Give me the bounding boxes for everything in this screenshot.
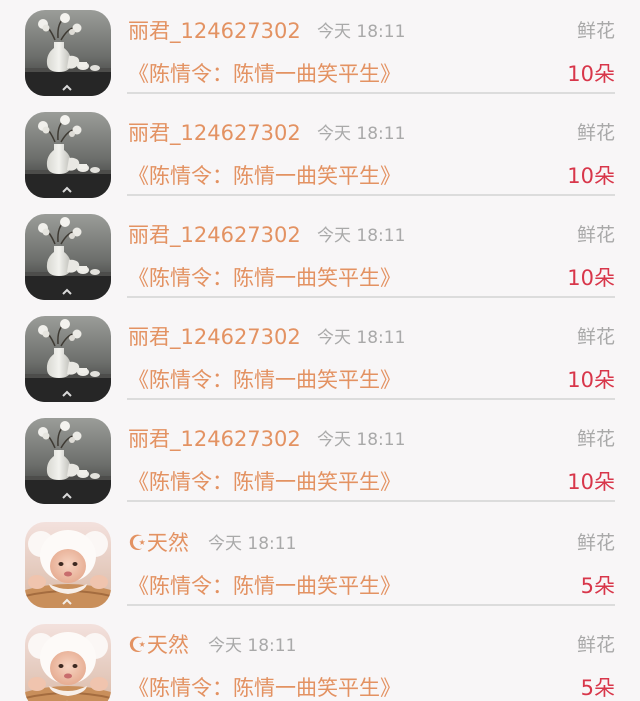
- gift-records-list: 丽君_124627302 今天 18:11 鲜花 《陈情令：陈情一曲笑平生》 1…: [0, 0, 640, 701]
- row-divider: [127, 398, 615, 400]
- sender-name[interactable]: 丽君_124627302: [128, 220, 301, 250]
- row-divider: [127, 296, 615, 298]
- vase-avatar-icon[interactable]: [25, 214, 111, 300]
- gift-type: 鲜花: [576, 224, 615, 246]
- row-divider: [127, 604, 615, 606]
- gift-record-row[interactable]: 丽君_124627302 今天 18:11 鲜花 《陈情令：陈情一曲笑平生》 1…: [0, 204, 640, 306]
- gift-count: 10朵: [567, 62, 615, 86]
- send-time: 今天 18:11: [208, 534, 297, 554]
- vase-avatar-icon[interactable]: [25, 10, 111, 96]
- gift-type: 鲜花: [576, 634, 615, 656]
- sender-name[interactable]: 丽君_124627302: [128, 322, 301, 352]
- gift-record-row[interactable]: 丽君_124627302 今天 18:11 鲜花 《陈情令：陈情一曲笑平生》 1…: [0, 306, 640, 408]
- send-time: 今天 18:11: [317, 328, 406, 348]
- gift-count: 5朵: [580, 676, 615, 700]
- send-time: 今天 18:11: [317, 226, 406, 246]
- sender-name[interactable]: 丽君_124627302: [128, 118, 301, 148]
- baby-avatar-icon[interactable]: [25, 522, 111, 608]
- book-title[interactable]: 《陈情令：陈情一曲笑平生》: [128, 58, 401, 90]
- send-time: 今天 18:11: [317, 124, 406, 144]
- vase-avatar-icon[interactable]: [25, 418, 111, 504]
- book-title[interactable]: 《陈情令：陈情一曲笑平生》: [128, 262, 401, 294]
- book-title[interactable]: 《陈情令：陈情一曲笑平生》: [128, 570, 401, 602]
- send-time: 今天 18:11: [208, 636, 297, 656]
- sender-name[interactable]: 丽君_124627302: [128, 16, 301, 46]
- gift-type: 鲜花: [576, 20, 615, 42]
- gift-count: 10朵: [567, 164, 615, 188]
- send-time: 今天 18:11: [317, 430, 406, 450]
- book-title[interactable]: 《陈情令：陈情一曲笑平生》: [128, 466, 401, 498]
- send-time: 今天 18:11: [317, 22, 406, 42]
- gift-type: 鲜花: [576, 532, 615, 554]
- gift-count: 10朵: [567, 266, 615, 290]
- sender-name[interactable]: ☪天然: [128, 528, 189, 558]
- vase-avatar-icon[interactable]: [25, 112, 111, 198]
- gift-count: 5朵: [580, 574, 615, 598]
- gift-type: 鲜花: [576, 122, 615, 144]
- sender-name[interactable]: ☪天然: [128, 630, 189, 660]
- gift-count: 10朵: [567, 368, 615, 392]
- gift-count: 10朵: [567, 470, 615, 494]
- gift-record-row[interactable]: ☪天然 今天 18:11 鲜花 《陈情令：陈情一曲笑平生》 5朵: [0, 512, 640, 614]
- gift-record-row[interactable]: 丽君_124627302 今天 18:11 鲜花 《陈情令：陈情一曲笑平生》 1…: [0, 102, 640, 204]
- gift-type: 鲜花: [576, 326, 615, 348]
- gift-record-row[interactable]: ☪天然 今天 18:11 鲜花 《陈情令：陈情一曲笑平生》 5朵: [0, 614, 640, 701]
- row-divider: [127, 500, 615, 502]
- row-divider: [127, 92, 615, 94]
- book-title[interactable]: 《陈情令：陈情一曲笑平生》: [128, 364, 401, 396]
- vase-avatar-icon[interactable]: [25, 316, 111, 402]
- gift-record-row[interactable]: 丽君_124627302 今天 18:11 鲜花 《陈情令：陈情一曲笑平生》 1…: [0, 0, 640, 102]
- gift-type: 鲜花: [576, 428, 615, 450]
- book-title[interactable]: 《陈情令：陈情一曲笑平生》: [128, 160, 401, 192]
- sender-name[interactable]: 丽君_124627302: [128, 424, 301, 454]
- row-divider: [127, 194, 615, 196]
- gift-record-row[interactable]: 丽君_124627302 今天 18:11 鲜花 《陈情令：陈情一曲笑平生》 1…: [0, 408, 640, 510]
- book-title[interactable]: 《陈情令：陈情一曲笑平生》: [128, 672, 401, 701]
- baby-avatar-icon[interactable]: [25, 624, 111, 701]
